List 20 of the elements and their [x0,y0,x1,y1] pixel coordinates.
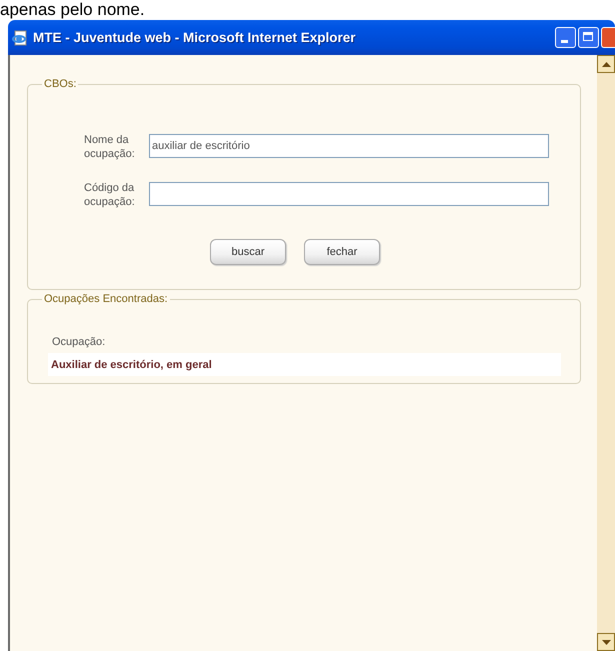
input-field[interactable] [149,182,549,206]
window-title: MTE - Juventude web - Microsoft Internet Explorer [33,30,357,45]
maximize-button[interactable] [578,27,599,48]
scroll-up-button[interactable] [597,55,615,73]
browser-icon [12,30,28,46]
scrollbar[interactable] [597,55,615,651]
close-button[interactable] [601,27,615,48]
field-label: Nome da ocupação: [84,133,136,161]
panel-legend: Ocupações Encontradas: [42,292,170,306]
result-row[interactable]: Auxiliar de escritório, em geral [48,353,561,376]
input-field[interactable]: auxiliar de escritório [149,134,549,158]
caption-text: apenas pelo nome. [0,0,145,20]
column-header: Ocupação: [51,336,106,348]
up-arrow-icon [602,62,610,66]
scroll-down-button[interactable] [597,633,615,651]
down-arrow-icon [602,640,610,644]
search-button[interactable]: buscar [210,239,286,265]
minimize-button[interactable] [555,27,576,48]
field-label: Código da ocupação: [84,181,136,209]
close-form-button[interactable]: fechar [304,239,380,265]
